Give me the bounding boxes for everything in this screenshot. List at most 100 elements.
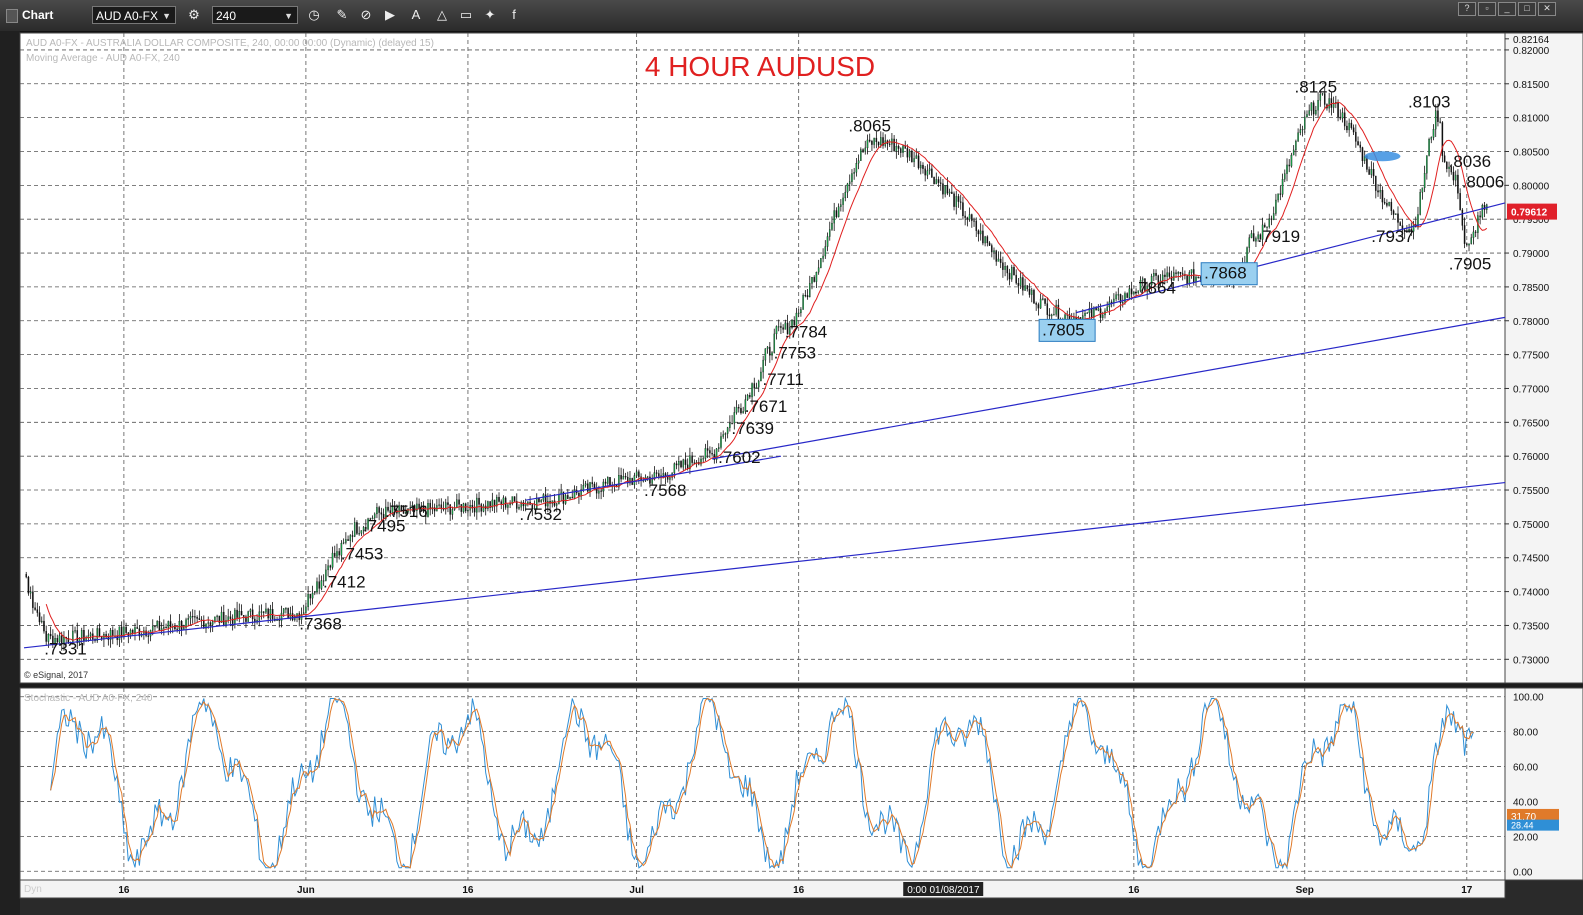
highlight-ellipse — [1364, 151, 1401, 162]
candle — [147, 635, 150, 637]
candle — [1039, 298, 1042, 309]
candle — [1128, 288, 1131, 298]
candle — [822, 255, 824, 259]
candle — [844, 191, 847, 199]
candle — [209, 622, 212, 625]
candle — [314, 592, 316, 594]
candle — [98, 628, 101, 637]
candle — [333, 552, 336, 557]
time-tick-label: 16 — [462, 885, 474, 896]
candle — [29, 591, 32, 594]
candle — [811, 277, 813, 284]
candle — [1053, 314, 1055, 316]
candle — [1299, 129, 1302, 133]
candle — [673, 463, 676, 474]
price-tick-label: 0.74000 — [1513, 588, 1550, 599]
candle — [946, 185, 949, 194]
symbol-header: AUD A0-FX - AUSTRALIA DOLLAR COMPOSITE, … — [26, 38, 434, 49]
candle — [846, 183, 849, 193]
price-label: .7753 — [774, 344, 817, 363]
candle — [1359, 144, 1362, 148]
candle — [509, 503, 511, 506]
candle — [482, 505, 485, 512]
candle — [988, 242, 991, 246]
candle — [345, 539, 347, 543]
candle — [89, 633, 92, 636]
candle — [1468, 243, 1470, 246]
candle — [809, 283, 811, 298]
price-tick-label: 0.75000 — [1513, 520, 1550, 531]
candle — [777, 326, 780, 328]
candle — [80, 630, 83, 639]
candle — [757, 380, 760, 388]
candle — [49, 633, 52, 637]
candle — [693, 462, 696, 464]
candle — [964, 215, 966, 218]
candle — [1481, 205, 1484, 218]
price-tick-label: 0.81000 — [1513, 114, 1550, 125]
candle — [1383, 201, 1386, 204]
crosshair-date: 0:00 01/08/2017 — [907, 885, 980, 896]
candle — [1479, 215, 1481, 218]
price-label: .7568 — [644, 481, 687, 500]
candle — [1168, 272, 1171, 277]
candle — [1419, 192, 1421, 215]
candle — [151, 625, 154, 631]
candle — [853, 172, 855, 174]
candle — [891, 138, 893, 145]
candle — [873, 137, 875, 145]
ma-header: Moving Average - AUD A0-FX, 240 — [26, 53, 180, 64]
candle — [578, 492, 580, 497]
price-chart[interactable]: 0.821640.82000 0.81500 0.81000 0.80500 0.800… — [0, 0, 1583, 915]
price-tick-label: 0.77500 — [1513, 351, 1550, 362]
candle — [74, 630, 76, 632]
candle — [1117, 294, 1120, 296]
candle — [380, 512, 383, 515]
price-tick-label: 0.78000 — [1513, 317, 1550, 328]
candle — [1328, 98, 1330, 109]
candle — [935, 179, 938, 185]
candle — [1459, 193, 1461, 211]
candle — [1164, 274, 1166, 277]
candle — [618, 475, 620, 488]
candle — [571, 496, 574, 499]
candle — [43, 620, 45, 632]
candle — [1375, 175, 1377, 191]
candle — [968, 214, 971, 220]
candle — [1250, 233, 1253, 238]
candle — [282, 608, 285, 614]
price-label: .7868 — [1204, 264, 1247, 283]
candle — [1197, 276, 1199, 278]
candle — [1426, 155, 1428, 174]
candle — [966, 217, 969, 220]
stochastic-axis — [1504, 687, 1583, 881]
candle — [955, 196, 958, 207]
candle — [995, 250, 997, 262]
candle — [948, 191, 951, 194]
candle — [871, 141, 873, 145]
candle — [1097, 308, 1100, 311]
candle — [760, 371, 762, 382]
candle — [797, 312, 800, 314]
candle — [780, 326, 782, 328]
candle — [1463, 225, 1466, 244]
candle — [877, 141, 880, 146]
candle — [922, 164, 924, 169]
candle — [1348, 122, 1350, 131]
time-tick-label: Jul — [629, 885, 644, 896]
candle — [1381, 190, 1384, 203]
candle — [595, 488, 598, 494]
candle — [287, 608, 289, 619]
candle — [678, 461, 680, 466]
candle — [897, 146, 900, 149]
candle — [1086, 312, 1088, 314]
candle — [1093, 307, 1095, 318]
price-tick-label: 0.80000 — [1513, 181, 1550, 192]
candle — [620, 475, 622, 480]
price-tick-label: 0.76500 — [1513, 418, 1550, 429]
candle — [1295, 140, 1297, 151]
candle — [735, 407, 738, 413]
candle — [880, 137, 882, 146]
candle — [782, 327, 784, 330]
candle — [34, 607, 36, 610]
